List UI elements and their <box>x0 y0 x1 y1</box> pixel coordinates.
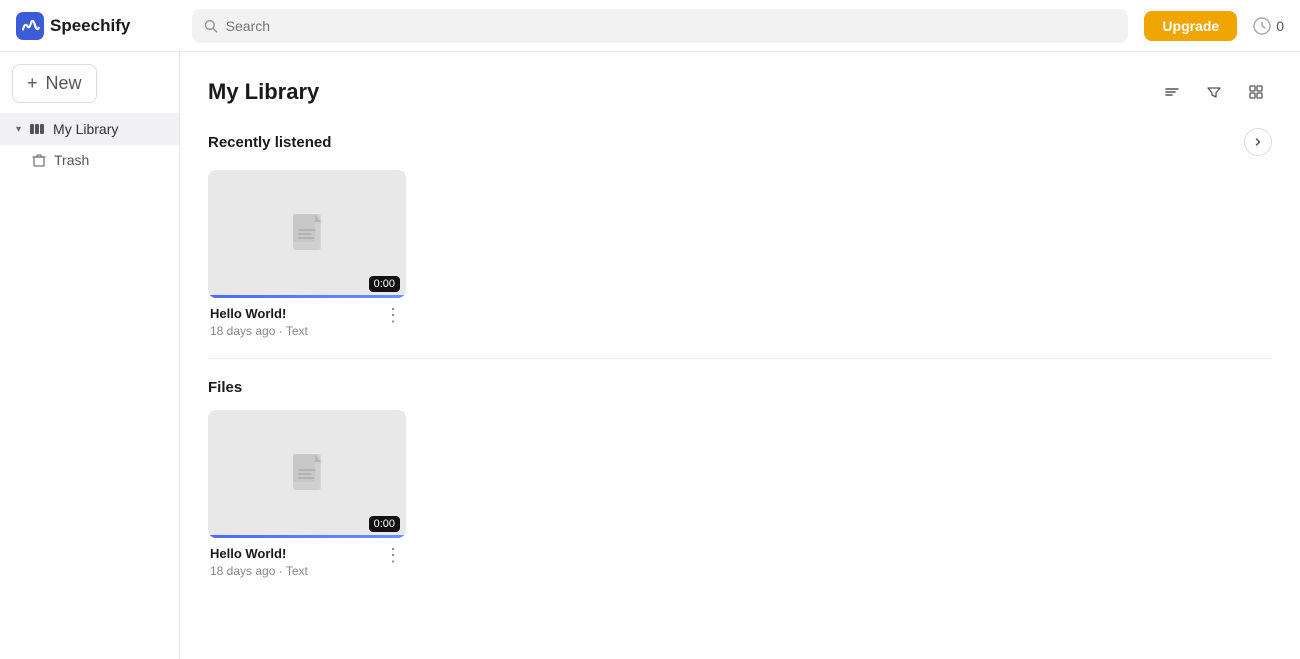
files-cards: 0:00 Hello World! 18 days ago · Text ⋮ <box>208 410 1272 578</box>
progress-bar <box>208 535 406 538</box>
card-title: Hello World! <box>210 306 308 321</box>
sidebar-my-library-label: My Library <box>53 121 118 137</box>
credits-count: 0 <box>1276 18 1284 34</box>
chevron-down-icon: ▾ <box>16 124 21 135</box>
doc-icon <box>289 452 325 496</box>
card-more-button[interactable]: ⋮ <box>382 306 404 324</box>
credits-display: 0 <box>1253 17 1284 35</box>
plus-icon: + <box>27 73 38 94</box>
sort-button[interactable] <box>1156 76 1188 108</box>
header-actions <box>1156 76 1272 108</box>
topbar: Speechify Upgrade 0 <box>0 0 1300 52</box>
grid-view-button[interactable] <box>1240 76 1272 108</box>
content-header: My Library <box>208 76 1272 108</box>
card-thumbnail: 0:00 <box>208 410 406 538</box>
sidebar-item-trash[interactable]: Trash <box>0 145 179 175</box>
sidebar: + New ▾ My Library Trash <box>0 52 180 659</box>
main-layout: + New ▾ My Library Trash My Library <box>0 52 1300 659</box>
filter-icon <box>1206 84 1222 100</box>
card-info: Hello World! 18 days ago · Text ⋮ <box>208 546 406 578</box>
recently-listened-cards: 0:00 Hello World! 18 days ago · Text ⋮ <box>208 170 1272 338</box>
doc-icon <box>289 212 325 256</box>
new-button-label: New <box>46 73 82 94</box>
page-title: My Library <box>208 79 319 105</box>
card-info: Hello World! 18 days ago · Text ⋮ <box>208 306 406 338</box>
card-thumbnail: 0:00 <box>208 170 406 298</box>
card-text: Hello World! 18 days ago · Text <box>210 306 308 338</box>
chevron-right-icon <box>1253 137 1263 147</box>
search-icon <box>204 19 218 33</box>
sidebar-item-my-library[interactable]: ▾ My Library <box>0 113 179 145</box>
search-bar[interactable] <box>192 9 1128 43</box>
recently-listened-label: Recently listened <box>208 128 1272 156</box>
progress-fill <box>208 295 406 298</box>
sort-icon <box>1164 84 1180 100</box>
logo: Speechify <box>16 12 176 40</box>
progress-bar <box>208 295 406 298</box>
card-text: Hello World! 18 days ago · Text <box>210 546 308 578</box>
library-icon <box>29 121 45 137</box>
new-button[interactable]: + New <box>12 64 97 103</box>
logo-icon <box>16 12 44 40</box>
credits-icon <box>1253 17 1271 35</box>
progress-fill <box>208 535 406 538</box>
recently-listened-section: Recently listened <box>208 128 1272 338</box>
upgrade-button[interactable]: Upgrade <box>1144 11 1237 41</box>
trash-icon <box>32 153 46 167</box>
filter-button[interactable] <box>1198 76 1230 108</box>
card-meta: 18 days ago · Text <box>210 564 308 578</box>
files-section: Files <box>208 379 1272 578</box>
logo-text: Speechify <box>50 16 130 36</box>
time-badge: 0:00 <box>369 276 400 292</box>
list-item[interactable]: 0:00 Hello World! 18 days ago · Text ⋮ <box>208 170 406 338</box>
card-meta: 18 days ago · Text <box>210 324 308 338</box>
card-more-button[interactable]: ⋮ <box>382 546 404 564</box>
sidebar-trash-label: Trash <box>54 152 89 168</box>
card-title: Hello World! <box>210 546 308 561</box>
time-badge: 0:00 <box>369 516 400 532</box>
list-item[interactable]: 0:00 Hello World! 18 days ago · Text ⋮ <box>208 410 406 578</box>
grid-icon <box>1248 84 1264 100</box>
files-label: Files <box>208 379 1272 396</box>
content-area: My Library <box>180 52 1300 659</box>
section-divider <box>208 358 1272 359</box>
search-input[interactable] <box>226 18 1117 34</box>
recently-listened-nav-arrow[interactable] <box>1244 128 1272 156</box>
